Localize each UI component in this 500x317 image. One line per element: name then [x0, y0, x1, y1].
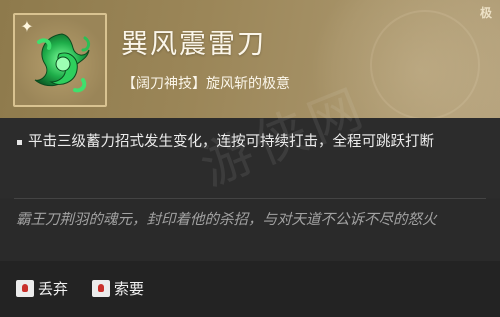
item-name: 巽风震雷刀 — [121, 29, 266, 60]
item-effect-text: 平击三级蓄力招式发生变化，连按可持续打击，全程可跳跃打断 — [28, 134, 434, 150]
request-label: 索要 — [114, 279, 145, 298]
header-ornament-ring — [370, 10, 480, 118]
item-category-tag: 【阔刀神技】旋风斩的极意 — [122, 76, 290, 92]
item-icon-frame: ✦ — [13, 13, 107, 107]
discard-button[interactable]: 丢弃 — [16, 277, 68, 299]
mouse-button-icon — [92, 279, 110, 297]
item-lore-text: 霸王刀荆羽的魂元，封印着他的杀招，与对天道不公诉不尽的怒火 — [16, 212, 437, 228]
item-header: 极 ✦ 巽风震雷刀 【阔刀神技】旋风斩的极意 — [0, 0, 500, 118]
bullet-marker — [17, 140, 22, 145]
item-tooltip-card: 极 ✦ 巽风震雷刀 【阔刀神技】旋风斩的极意 平击三级蓄力招式发生变化，连按可持… — [0, 0, 500, 317]
jade-serpent-icon — [34, 33, 91, 93]
discard-label: 丢弃 — [38, 279, 69, 298]
mouse-button-icon — [16, 279, 34, 297]
rarity-mark: 极 — [479, 6, 492, 20]
item-lore-section: 霸王刀荆羽的魂元，封印着他的杀招，与对天道不公诉不尽的怒火 — [0, 199, 500, 261]
action-bar: 丢弃 索要 — [0, 261, 500, 317]
request-button[interactable]: 索要 — [92, 277, 144, 299]
item-effect-section: 平击三级蓄力招式发生变化，连按可持续打击，全程可跳跃打断 — [0, 118, 500, 198]
